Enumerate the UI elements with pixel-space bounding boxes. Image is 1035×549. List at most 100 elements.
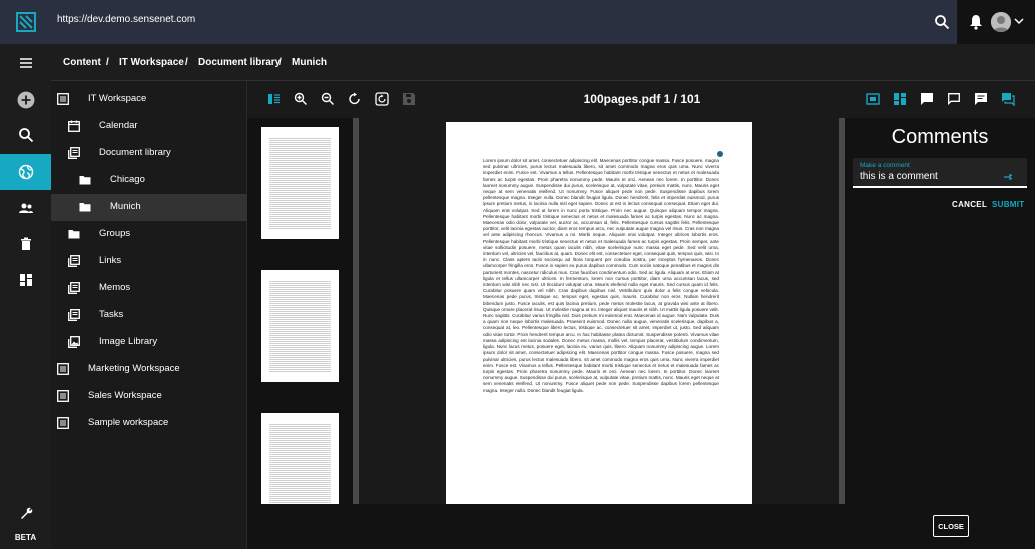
- tree-item-image-library[interactable]: Image Library: [51, 329, 247, 356]
- add-button[interactable]: [0, 82, 51, 118]
- close-button[interactable]: CLOSE: [933, 515, 969, 537]
- tree-item-groups[interactable]: Groups: [51, 221, 247, 248]
- comment-input-value[interactable]: this is a comment: [860, 171, 938, 182]
- tree-item-munich[interactable]: Munich: [51, 194, 247, 221]
- breadcrumb-item[interactable]: IT Workspace: [119, 57, 184, 68]
- submit-button[interactable]: SUBMIT: [992, 200, 1024, 209]
- cancel-button[interactable]: CANCEL: [952, 200, 987, 209]
- breadcrumb-item[interactable]: Munich: [292, 57, 327, 68]
- comment-text-icon[interactable]: [974, 92, 988, 106]
- breadcrumb-item[interactable]: Document library: [198, 57, 280, 68]
- pdf-page[interactable]: Lorem ipsum dolor sit amet, consectetuer…: [446, 122, 752, 504]
- trash-nav[interactable]: [0, 226, 51, 262]
- setup-nav[interactable]: [0, 496, 51, 532]
- menu-button[interactable]: [0, 45, 51, 81]
- zoom-out-icon[interactable]: [321, 92, 335, 106]
- tree-item-label: Sales Workspace: [88, 390, 162, 401]
- app-root: https://dev.demo.sensenet.com BETA Conte…: [0, 0, 1035, 549]
- workspace-icon: [57, 417, 69, 429]
- document-title: 100pages.pdf 1 / 101: [583, 92, 701, 106]
- tree-item-label: Memos: [99, 282, 131, 293]
- breadcrumb: Content / IT Workspace / Document librar…: [51, 44, 1035, 81]
- page-view[interactable]: Lorem ipsum dolor sit amet, consectetuer…: [359, 118, 839, 504]
- comments-title: Comments: [891, 126, 989, 148]
- users-nav[interactable]: [0, 190, 51, 226]
- tree-item-label: Marketing Workspace: [88, 363, 180, 374]
- thumbnail-strip[interactable]: [247, 118, 353, 504]
- page-thumbnail[interactable]: [261, 270, 339, 382]
- comments-panel: Comments Make a comment this is a commen…: [845, 118, 1035, 549]
- tree-item-label: Calendar: [99, 120, 138, 131]
- search-icon: [18, 128, 33, 143]
- save-icon[interactable]: [402, 92, 416, 106]
- site-url[interactable]: https://dev.demo.sensenet.com: [57, 14, 195, 25]
- image-icon: [68, 336, 80, 348]
- thumbnails-icon[interactable]: [267, 92, 281, 106]
- rotate-icon[interactable]: [348, 92, 362, 106]
- breadcrumb-separator: /: [106, 57, 109, 68]
- add-icon: [17, 91, 34, 109]
- comment-icon[interactable]: [920, 92, 934, 106]
- breadcrumb-separator: /: [185, 57, 188, 68]
- thumbnail-text: [269, 137, 331, 229]
- tree-item-marketing-workspace[interactable]: Marketing Workspace: [51, 356, 247, 383]
- page-text: Lorem ipsum dolor sit amet, consectetuer…: [483, 158, 719, 393]
- globe-icon: [18, 164, 33, 180]
- tree-item-sample-workspace[interactable]: Sample workspace: [51, 410, 247, 437]
- workspace-icon: [57, 363, 69, 375]
- workspace-icon: [57, 93, 69, 105]
- page-thumbnail[interactable]: [261, 413, 339, 504]
- tree-item-label: Tasks: [99, 309, 124, 320]
- breadcrumb-separator: /: [279, 57, 282, 68]
- pin-icon[interactable]: [1003, 173, 1013, 181]
- trash-icon: [20, 237, 31, 250]
- tree-item-label: Image Library: [99, 336, 158, 347]
- tree-item-document-library[interactable]: Document library: [51, 140, 247, 167]
- list-icon: [68, 255, 80, 267]
- tree-item-memos[interactable]: Memos: [51, 275, 247, 302]
- view-mode-icon[interactable]: [893, 92, 907, 106]
- tree-item-label: IT Workspace: [88, 93, 147, 104]
- tree-item-chicago[interactable]: Chicago: [51, 167, 247, 194]
- comment-active-icon[interactable]: [1001, 92, 1015, 106]
- left-rail: BETA: [0, 44, 51, 549]
- folder-icon: [79, 176, 91, 185]
- tree-item-calendar[interactable]: Calendar: [51, 113, 247, 140]
- viewer-toolbar: 100pages.pdf 1 / 101: [247, 81, 1035, 118]
- library-icon: [68, 147, 80, 159]
- user-area: [957, 0, 1035, 44]
- page-thumbnail[interactable]: [261, 127, 339, 239]
- thumbnail-text: [269, 423, 331, 504]
- search-icon[interactable]: [934, 14, 950, 30]
- thumbnail-text: [269, 280, 331, 372]
- search-nav[interactable]: [0, 117, 51, 153]
- fit-page-icon[interactable]: [866, 92, 880, 106]
- calendar-icon: [68, 120, 80, 132]
- avatar[interactable]: [991, 12, 1011, 32]
- comment-input[interactable]: Make a comment this is a comment: [853, 158, 1027, 188]
- tree-item-label: Groups: [99, 228, 131, 239]
- breadcrumb-item[interactable]: Content: [63, 57, 101, 68]
- chevron-down-icon[interactable]: [1014, 17, 1024, 25]
- folder-icon: [68, 230, 80, 239]
- sensenet-logo[interactable]: [16, 12, 36, 32]
- zoom-in-icon[interactable]: [294, 92, 308, 106]
- content-tree: IT Workspace Calendar Document library C…: [51, 81, 247, 549]
- tree-item-sales-workspace[interactable]: Sales Workspace: [51, 383, 247, 410]
- bell-icon[interactable]: [969, 14, 983, 30]
- rotate-page-icon[interactable]: [375, 92, 389, 106]
- tree-item-it-workspace[interactable]: IT Workspace: [51, 86, 247, 113]
- tree-item-label: Munich: [110, 201, 141, 212]
- comment-input-label: Make a comment: [860, 162, 910, 169]
- tree-item-label: Sample workspace: [88, 417, 169, 428]
- comment-marker[interactable]: [717, 151, 723, 157]
- dashboard-nav[interactable]: [0, 262, 51, 298]
- menu-icon: [19, 58, 32, 68]
- comment-outline-icon[interactable]: [947, 92, 961, 106]
- content-nav[interactable]: [0, 154, 51, 190]
- tree-item-label: Links: [99, 255, 122, 266]
- tree-item-links[interactable]: Links: [51, 248, 247, 275]
- tree-item-tasks[interactable]: Tasks: [51, 302, 247, 329]
- avatar-image: [991, 12, 1011, 32]
- beta-label: BETA: [14, 533, 37, 542]
